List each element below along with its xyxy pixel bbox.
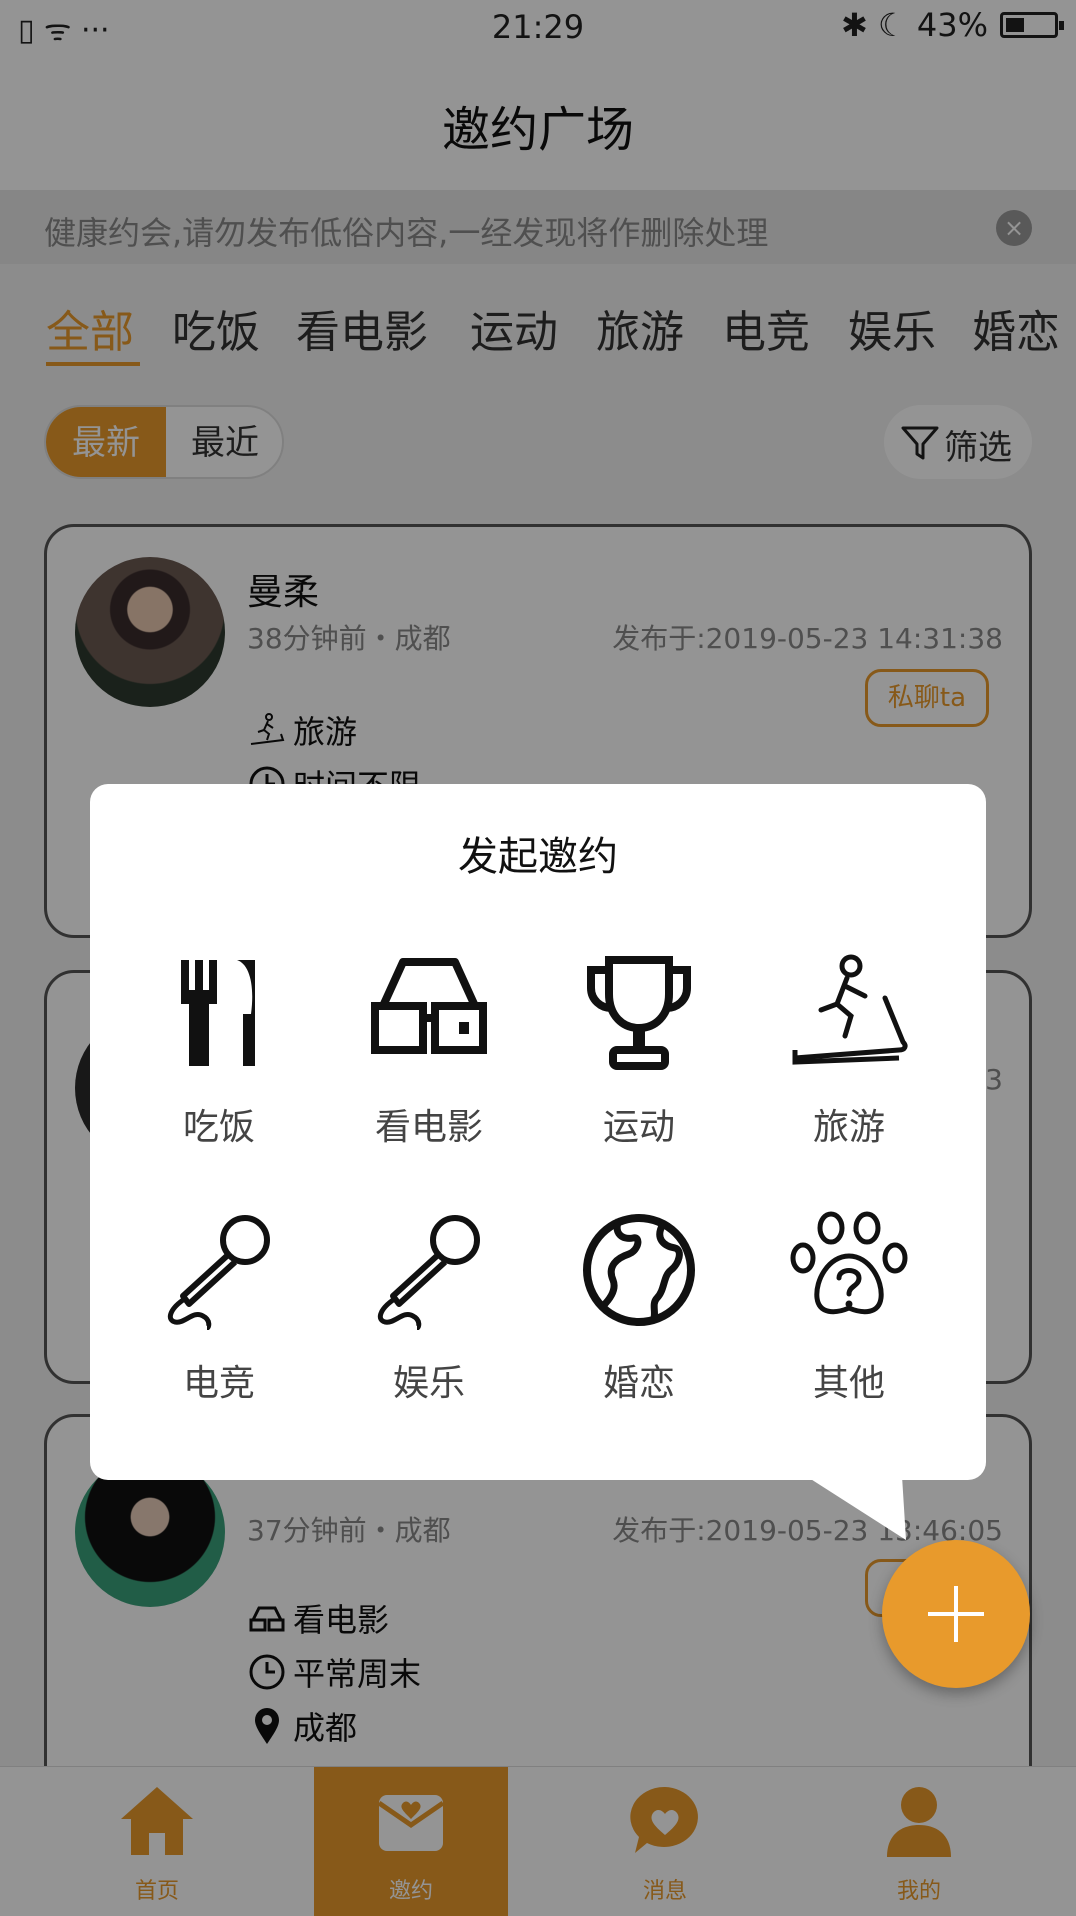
category-travel[interactable]: 旅游 [744, 954, 954, 1184]
treadmill-icon [792, 954, 908, 1065]
microphone-icon [377, 1215, 480, 1330]
category-esports[interactable]: 电竞 [114, 1210, 324, 1440]
paw-question-icon [790, 1211, 908, 1315]
popup-title: 发起邀约 [458, 834, 618, 880]
category-movie[interactable]: 看电影 [324, 954, 534, 1184]
microphone-icon [167, 1215, 270, 1330]
category-label: 婚恋 [602, 1363, 675, 1404]
category-sport[interactable]: 运动 [534, 954, 744, 1184]
category-label: 其他 [812, 1363, 885, 1404]
category-label: 电竞 [182, 1363, 255, 1404]
popup-tail [806, 1476, 906, 1540]
add-invite-button[interactable] [882, 1540, 1030, 1688]
category-other[interactable]: 其他 [744, 1210, 954, 1440]
category-label: 娱乐 [392, 1363, 465, 1404]
category-label: 看电影 [374, 1107, 483, 1148]
category-label: 运动 [602, 1107, 675, 1148]
category-entertainment[interactable]: 娱乐 [324, 1210, 534, 1440]
globe-icon [583, 1214, 695, 1326]
glasses-3d-icon [371, 958, 487, 1054]
category-label: 吃饭 [182, 1107, 255, 1148]
create-invite-popup: 发起邀约 吃饭 看电影 运动 旅游 电竞 娱乐 婚恋 其他 [90, 784, 986, 1480]
category-label: 旅游 [812, 1107, 885, 1148]
trophy-icon [587, 956, 691, 1070]
fork-knife-icon [181, 960, 255, 1066]
category-dating[interactable]: 婚恋 [534, 1210, 744, 1440]
category-eat[interactable]: 吃饭 [114, 954, 324, 1184]
